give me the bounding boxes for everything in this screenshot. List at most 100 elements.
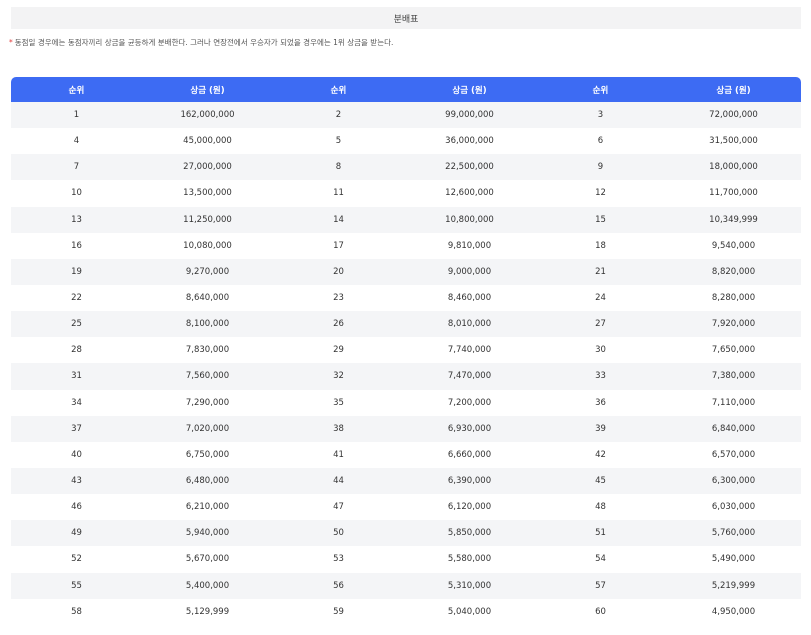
rank-cell: 19 [71, 266, 82, 277]
prize-cell: 8,010,000 [447, 319, 492, 330]
rank-cell: 43 [71, 476, 82, 487]
rank-cell: 23 [333, 293, 344, 304]
rank-cell: 3 [597, 110, 604, 121]
rank-cell: 40 [71, 449, 82, 460]
rank-cell: 7 [73, 162, 80, 173]
column-header-rank: 순위 [592, 85, 609, 96]
rank-cell: 6 [597, 136, 604, 147]
prize-cell: 5,400,000 [185, 580, 230, 591]
prize-cell: 7,920,000 [711, 319, 756, 330]
prize-cell: 99,000,000 [445, 110, 494, 121]
rank-cell: 56 [333, 580, 344, 591]
prize-cell: 5,850,000 [447, 528, 492, 539]
prize-cell: 9,540,000 [711, 240, 756, 251]
prize-cell: 5,940,000 [185, 528, 230, 539]
rank-cell: 12 [595, 188, 606, 199]
prize-cell: 12,600,000 [445, 188, 494, 199]
rank-cell: 28 [71, 345, 82, 356]
prize-cell: 6,030,000 [711, 502, 756, 513]
prize-cell: 5,310,000 [447, 580, 492, 591]
table-row: 7 27,000,000 8 22,500,000 9 18,000,000 [11, 154, 801, 181]
rank-cell: 4 [73, 136, 80, 147]
prize-cell: 72,000,000 [709, 110, 758, 121]
prize-cell: 7,650,000 [711, 345, 756, 356]
table-row: 34 7,290,000 35 7,200,000 36 7,110,000 [11, 389, 801, 416]
tie-rule-notice: * 동점일 경우에는 동점자끼리 상금을 균등하게 분배한다. 그러나 연장전에서… [9, 37, 804, 48]
prize-cell: 6,390,000 [447, 476, 492, 487]
table-row: 4 45,000,000 5 36,000,000 6 31,500,000 [11, 128, 801, 155]
table-row: 22 8,640,000 23 8,460,000 24 8,280,000 [11, 284, 801, 312]
table-row: 58 5,129,999 59 5,040,000 60 4,950,000 [11, 598, 801, 625]
rank-cell: 37 [71, 423, 82, 434]
prize-cell: 5,760,000 [711, 528, 756, 539]
prize-cell: 11,700,000 [709, 188, 758, 199]
prize-cell: 13,500,000 [183, 188, 232, 199]
prize-cell: 8,280,000 [711, 293, 756, 304]
rank-cell: 54 [595, 554, 606, 565]
rank-cell: 9 [597, 162, 604, 173]
prize-cell: 6,840,000 [711, 423, 756, 434]
section-title: 분배표 [393, 14, 419, 25]
prize-cell: 5,040,000 [447, 606, 492, 617]
column-header-prize: 상금 (원) [190, 85, 225, 96]
rank-cell: 51 [595, 528, 606, 539]
prize-cell: 7,560,000 [185, 371, 230, 382]
column-header-rank: 순위 [68, 85, 85, 96]
table-row: 10 13,500,000 11 12,600,000 12 11,700,000 [11, 180, 801, 207]
rank-cell: 42 [595, 449, 606, 460]
rank-cell: 27 [595, 319, 606, 330]
rank-cell: 44 [333, 476, 344, 487]
prize-cell: 7,470,000 [447, 371, 492, 382]
prize-cell: 6,660,000 [447, 449, 492, 460]
rank-cell: 49 [71, 528, 82, 539]
rank-cell: 10 [71, 188, 82, 199]
rank-cell: 45 [595, 476, 606, 487]
prize-cell: 9,270,000 [185, 266, 230, 277]
rank-cell: 52 [71, 554, 82, 565]
prize-cell: 18,000,000 [709, 162, 758, 173]
rank-cell: 13 [71, 214, 82, 225]
table-header: 순위 상금 (원) 순위 상금 (원) 순위 상금 (원) [11, 77, 801, 102]
table-row: 1 162,000,000 2 99,000,000 3 72,000,000 [11, 102, 801, 129]
prize-cell: 10,349,999 [709, 214, 758, 225]
prize-cell: 45,000,000 [183, 136, 232, 147]
prize-distribution-page: 분배표 * 동점일 경우에는 동점자끼리 상금을 균등하게 분배한다. 그러나 연… [0, 0, 811, 635]
prize-cell: 7,830,000 [185, 345, 230, 356]
column-header-prize: 상금 (원) [452, 85, 487, 96]
prize-cell: 5,670,000 [185, 554, 230, 565]
prize-cell: 7,110,000 [711, 397, 756, 408]
rank-cell: 53 [333, 554, 344, 565]
table-row: 55 5,400,000 56 5,310,000 57 5,219,999 [11, 572, 801, 599]
rank-cell: 60 [595, 606, 606, 617]
rank-cell: 39 [595, 423, 606, 434]
rank-cell: 22 [71, 293, 82, 304]
prize-cell: 5,219,999 [711, 580, 756, 591]
rank-cell: 33 [595, 371, 606, 382]
rank-cell: 41 [333, 449, 344, 460]
prize-table: 순위 상금 (원) 순위 상금 (원) 순위 상금 (원) 1 162,000,000 2 99… [11, 77, 801, 625]
rank-cell: 5 [335, 136, 342, 147]
table-row: 40 6,750,000 41 6,660,000 42 6,570,000 [11, 441, 801, 468]
prize-cell: 162,000,000 [180, 110, 235, 121]
table-body: 1 162,000,000 2 99,000,000 3 72,000,000 4 45,00… [11, 102, 801, 625]
rank-cell: 8 [335, 162, 342, 173]
rank-cell: 30 [595, 345, 606, 356]
prize-cell: 6,750,000 [185, 449, 230, 460]
rank-cell: 2 [335, 110, 342, 121]
prize-cell: 9,000,000 [447, 266, 492, 277]
table-row: 37 7,020,000 38 6,930,000 39 6,840,000 [11, 415, 801, 442]
notice-marker: * [9, 38, 13, 47]
rank-cell: 15 [595, 214, 606, 225]
section-title-bar: 분배표 [11, 7, 801, 29]
rank-cell: 34 [71, 397, 82, 408]
rank-cell: 50 [333, 528, 344, 539]
table-row: 19 9,270,000 20 9,000,000 21 8,820,000 [11, 258, 801, 285]
prize-cell: 11,250,000 [183, 214, 232, 225]
table-row: 43 6,480,000 44 6,390,000 45 6,300,000 [11, 467, 801, 495]
prize-cell: 8,100,000 [185, 319, 230, 330]
rank-cell: 48 [595, 502, 606, 513]
rank-cell: 11 [333, 188, 344, 199]
prize-cell: 6,930,000 [447, 423, 492, 434]
rank-cell: 32 [333, 371, 344, 382]
prize-cell: 5,129,999 [185, 606, 230, 617]
